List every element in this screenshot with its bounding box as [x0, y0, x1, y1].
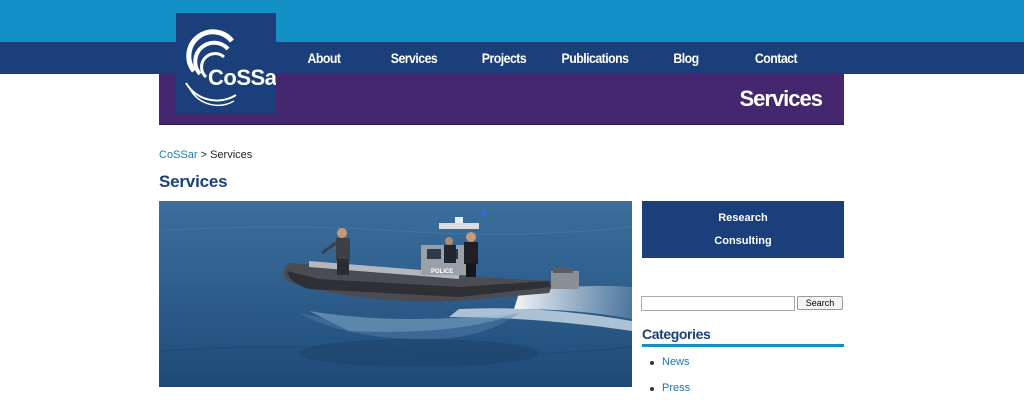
boat-police-label: POLICE — [431, 269, 453, 275]
services-menu: Research Consulting — [642, 201, 844, 258]
nav-about[interactable]: About — [276, 42, 373, 74]
nav-projects[interactable]: Projects — [456, 42, 553, 74]
breadcrumb-home-link[interactable]: CoSSar — [159, 149, 198, 161]
police-boat-image: POLICE — [159, 201, 632, 387]
breadcrumb-current: Services — [210, 149, 253, 161]
logo-text: CoSSaR — [208, 65, 276, 90]
nav-services[interactable]: Services — [366, 42, 463, 74]
breadcrumb: CoSSar > Services — [159, 149, 252, 161]
bullet-icon — [650, 361, 654, 365]
search-button[interactable]: Search — [797, 296, 843, 310]
logo-swirl-icon: CoSSaR — [185, 29, 276, 107]
service-link-consulting[interactable]: Consulting — [642, 235, 844, 247]
bullet-icon — [650, 387, 654, 391]
service-link-research[interactable]: Research — [642, 212, 844, 224]
nav-publications[interactable]: Publications — [547, 42, 644, 74]
site-logo[interactable]: CoSSaR — [176, 13, 276, 113]
category-link-news[interactable]: News — [662, 356, 690, 368]
categories-heading: Categories — [642, 326, 844, 347]
breadcrumb-separator: > — [200, 149, 208, 161]
category-link-press[interactable]: Press — [662, 382, 690, 394]
nav-blog[interactable]: Blog — [638, 42, 735, 74]
search-input[interactable] — [641, 296, 795, 311]
banner-title: Services — [739, 86, 823, 111]
top-color-band — [0, 0, 1024, 42]
main-nav: About Services Projects Publications Blo… — [0, 42, 1024, 74]
page-title: Services — [159, 172, 228, 191]
hero-photo: POLICE — [159, 201, 632, 387]
nav-contact[interactable]: Contact — [728, 42, 825, 74]
